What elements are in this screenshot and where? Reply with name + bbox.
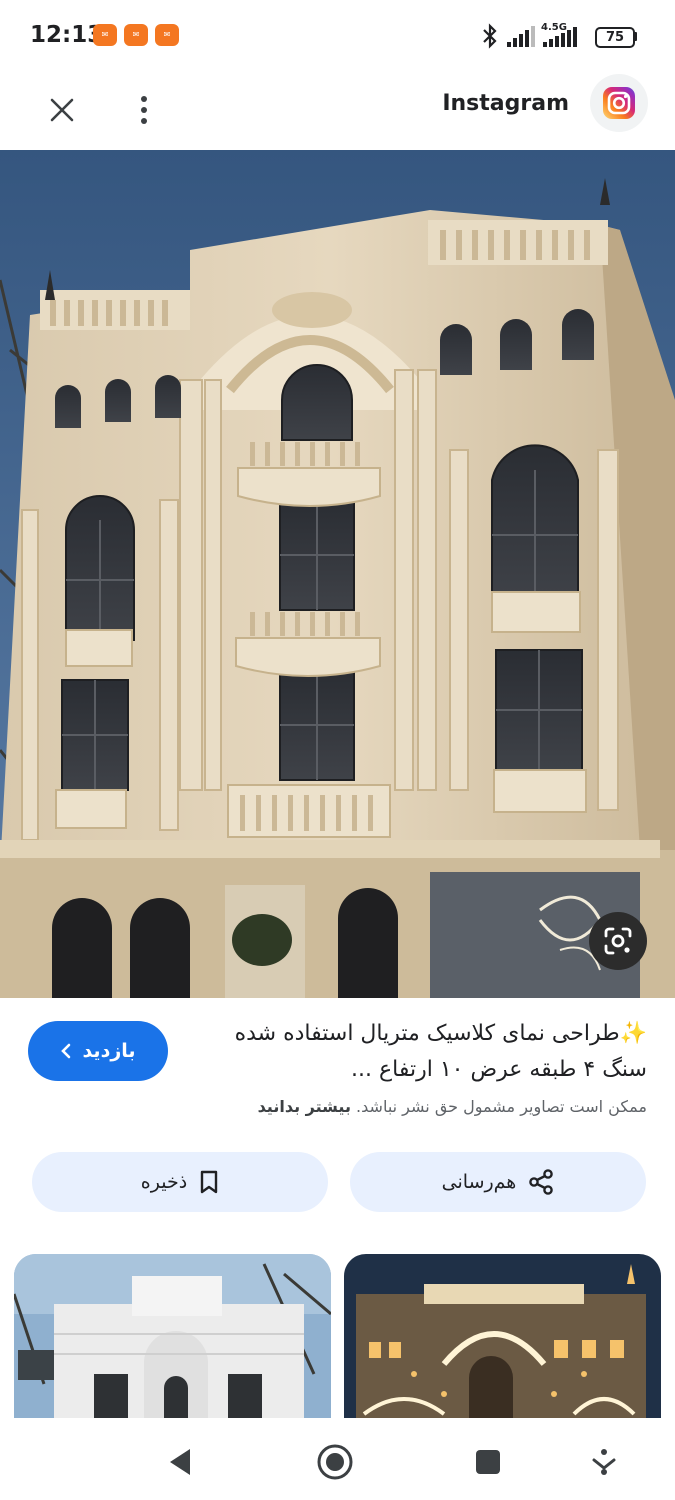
source-logo-button[interactable] [590,74,648,132]
close-icon [50,98,74,122]
copyright-text: ممکن است تصاویر مشمول حق نشر نباشد. [356,1097,647,1116]
battery-level: 75 [605,30,625,45]
learn-more-link[interactable]: بیشتر بدانید [258,1097,351,1116]
chevron-left-icon [61,1043,71,1059]
related-image-thumbnail[interactable] [344,1254,661,1418]
bookmark-icon [200,1170,218,1194]
image-caption: ✨طراحی نمای کلاسیک متریال استفاده شده سن… [234,1021,647,1082]
share-label: هم‌رسانی [441,1171,517,1193]
notification-icon: ✉ [93,24,117,46]
visit-label: بازدید [82,1040,136,1062]
notification-icon: ✉ [124,24,148,46]
main-image[interactable] [0,150,675,998]
system-navigation-bar [0,1420,675,1500]
signal-icon [507,26,535,47]
home-circle-icon [317,1444,353,1480]
battery-icon: 75 [595,27,635,48]
more-options-button[interactable] [120,86,168,134]
share-button[interactable]: هم‌رسانی [350,1152,646,1212]
save-label: ذخیره [140,1171,188,1193]
recents-square-icon [476,1450,500,1474]
related-image-thumbnail[interactable] [14,1254,331,1418]
google-lens-button[interactable] [589,912,647,970]
save-button[interactable]: ذخیره [32,1152,328,1212]
more-vert-icon [141,96,147,124]
battery-tip [634,32,637,41]
google-lens-icon [604,927,632,955]
accessibility-icon [592,1449,616,1475]
home-button[interactable] [313,1440,357,1484]
status-bar: 12:13 ✉ ✉ ✉ 4.5G 75 [0,0,675,72]
bluetooth-icon [483,23,497,49]
accessibility-button[interactable] [582,1440,626,1484]
recents-button[interactable] [466,1440,510,1484]
instagram-icon [603,87,635,119]
back-triangle-icon [170,1449,190,1475]
share-icon [529,1169,554,1195]
signal-icon [543,27,577,47]
source-title[interactable]: Instagram [442,91,569,116]
copyright-notice: ممکن است تصاویر مشمول حق نشر نباشد. بیشت… [27,1097,647,1116]
building-facade-illustration [0,150,675,998]
notification-icon: ✉ [155,24,179,46]
building-thumbnail-illustration [344,1254,661,1418]
building-thumbnail-illustration [14,1254,331,1418]
back-button[interactable] [158,1440,202,1484]
close-button[interactable] [38,86,86,134]
viewer-header: Instagram [0,72,675,150]
visit-button[interactable]: بازدید [28,1021,168,1081]
